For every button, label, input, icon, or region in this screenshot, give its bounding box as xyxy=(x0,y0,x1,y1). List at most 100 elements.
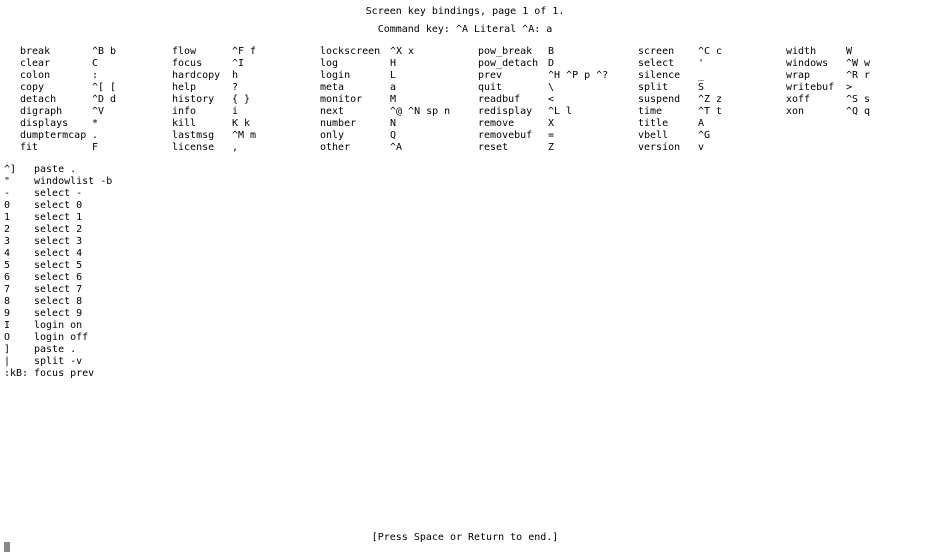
binding-command: pow_break xyxy=(478,46,548,58)
binding-row: license, xyxy=(172,142,320,154)
extra-key: 8 xyxy=(4,296,34,308)
binding-row: break^B b xyxy=(20,46,172,58)
extra-row: 0select 0 xyxy=(4,200,930,212)
binding-command: flow xyxy=(172,46,232,58)
extra-key: I xyxy=(4,320,34,332)
binding-key: L xyxy=(390,70,478,82)
column-3: lockscreen^X xlogHloginLmetaamonitorMnex… xyxy=(320,46,478,154)
binding-command: hardcopy xyxy=(172,70,232,82)
binding-command: copy xyxy=(20,82,92,94)
binding-row: pow_detachD xyxy=(478,58,638,70)
binding-key: . xyxy=(92,130,172,142)
binding-key: F xyxy=(92,142,172,154)
extra-key: ^] xyxy=(4,164,34,176)
binding-row: logH xyxy=(320,58,478,70)
footer-text: [Press Space or Return to end.] xyxy=(372,532,559,543)
binding-key: ^A xyxy=(390,142,478,154)
extra-command: select 5 xyxy=(34,260,82,272)
binding-key: ^F f xyxy=(232,46,320,58)
binding-row: redisplay^L l xyxy=(478,106,638,118)
extra-row: Ilogin on xyxy=(4,320,930,332)
binding-command: title xyxy=(638,118,698,130)
binding-command: vbell xyxy=(638,130,698,142)
binding-row: xon^Q q xyxy=(786,106,886,118)
column-2: flow^F ffocus^Ihardcopyhhelp?history{ }i… xyxy=(172,46,320,154)
binding-row: killK k xyxy=(172,118,320,130)
extra-command: select 1 xyxy=(34,212,82,224)
extra-command: select 6 xyxy=(34,272,82,284)
binding-row: suspend^Z z xyxy=(638,94,786,106)
extra-command: select 2 xyxy=(34,224,82,236)
binding-key: ^L l xyxy=(548,106,638,118)
binding-key: ^G xyxy=(698,130,786,142)
binding-key: , xyxy=(232,142,320,154)
extra-key: 3 xyxy=(4,236,34,248)
binding-key: ^B b xyxy=(92,46,172,58)
binding-key: : xyxy=(92,70,172,82)
binding-key: _ xyxy=(698,70,786,82)
footer-prompt: [Press Space or Return to end.] xyxy=(0,532,930,544)
binding-row: dumptermcap. xyxy=(20,130,172,142)
binding-command: other xyxy=(320,142,390,154)
binding-row: writebuf> xyxy=(786,82,886,94)
binding-row: lockscreen^X x xyxy=(320,46,478,58)
extra-key: - xyxy=(4,188,34,200)
binding-command: writebuf xyxy=(786,82,846,94)
binding-command: xon xyxy=(786,106,846,118)
extra-row: "windowlist -b xyxy=(4,176,930,188)
binding-key: ^D d xyxy=(92,94,172,106)
binding-command: clear xyxy=(20,58,92,70)
binding-command: meta xyxy=(320,82,390,94)
command-key-text: Command key: ^A Literal ^A: a xyxy=(378,24,553,35)
binding-row: fitF xyxy=(20,142,172,154)
binding-row: hardcopyh xyxy=(172,70,320,82)
binding-command: break xyxy=(20,46,92,58)
extra-row: 8select 8 xyxy=(4,296,930,308)
binding-row: prev^H ^P p ^? xyxy=(478,70,638,82)
extra-row: 9select 9 xyxy=(4,308,930,320)
command-key-line: Command key: ^A Literal ^A: a xyxy=(0,24,930,36)
extra-command: login off xyxy=(34,332,88,344)
binding-command: select xyxy=(638,58,698,70)
binding-key: Q xyxy=(390,130,478,142)
extra-command: login on xyxy=(34,320,82,332)
binding-command: quit xyxy=(478,82,548,94)
binding-row: metaa xyxy=(320,82,478,94)
binding-key: v xyxy=(698,142,786,154)
page-title: Screen key bindings, page 1 of 1. xyxy=(0,0,930,18)
binding-row: removeX xyxy=(478,118,638,130)
binding-key: B xyxy=(548,46,638,58)
binding-key: ^@ ^N sp n xyxy=(390,106,478,118)
binding-key: ^Q q xyxy=(846,106,886,118)
column-5: screen^C cselect'silence_splitSsuspend^Z… xyxy=(638,46,786,154)
extra-row: 4select 4 xyxy=(4,248,930,260)
binding-command: next xyxy=(320,106,390,118)
binding-key: ^V xyxy=(92,106,172,118)
binding-key: ^M m xyxy=(232,130,320,142)
binding-row: pow_breakB xyxy=(478,46,638,58)
binding-command: width xyxy=(786,46,846,58)
extra-key: | xyxy=(4,356,34,368)
binding-key: ^W w xyxy=(846,58,886,70)
binding-command: history xyxy=(172,94,232,106)
binding-row: loginL xyxy=(320,70,478,82)
binding-command: monitor xyxy=(320,94,390,106)
extra-row: ^]paste . xyxy=(4,164,930,176)
binding-row: quit\ xyxy=(478,82,638,94)
binding-key: * xyxy=(92,118,172,130)
extra-row: -select - xyxy=(4,188,930,200)
binding-key: ? xyxy=(232,82,320,94)
extra-key: 0 xyxy=(4,200,34,212)
binding-row: next^@ ^N sp n xyxy=(320,106,478,118)
binding-row: infoi xyxy=(172,106,320,118)
binding-key: ^I xyxy=(232,58,320,70)
binding-key: K k xyxy=(232,118,320,130)
binding-command: info xyxy=(172,106,232,118)
binding-command: wrap xyxy=(786,70,846,82)
binding-row: digraph^V xyxy=(20,106,172,118)
binding-command: screen xyxy=(638,46,698,58)
binding-row: wrap^R r xyxy=(786,70,886,82)
binding-command: split xyxy=(638,82,698,94)
extra-command: select 3 xyxy=(34,236,82,248)
extra-row: ]paste . xyxy=(4,344,930,356)
